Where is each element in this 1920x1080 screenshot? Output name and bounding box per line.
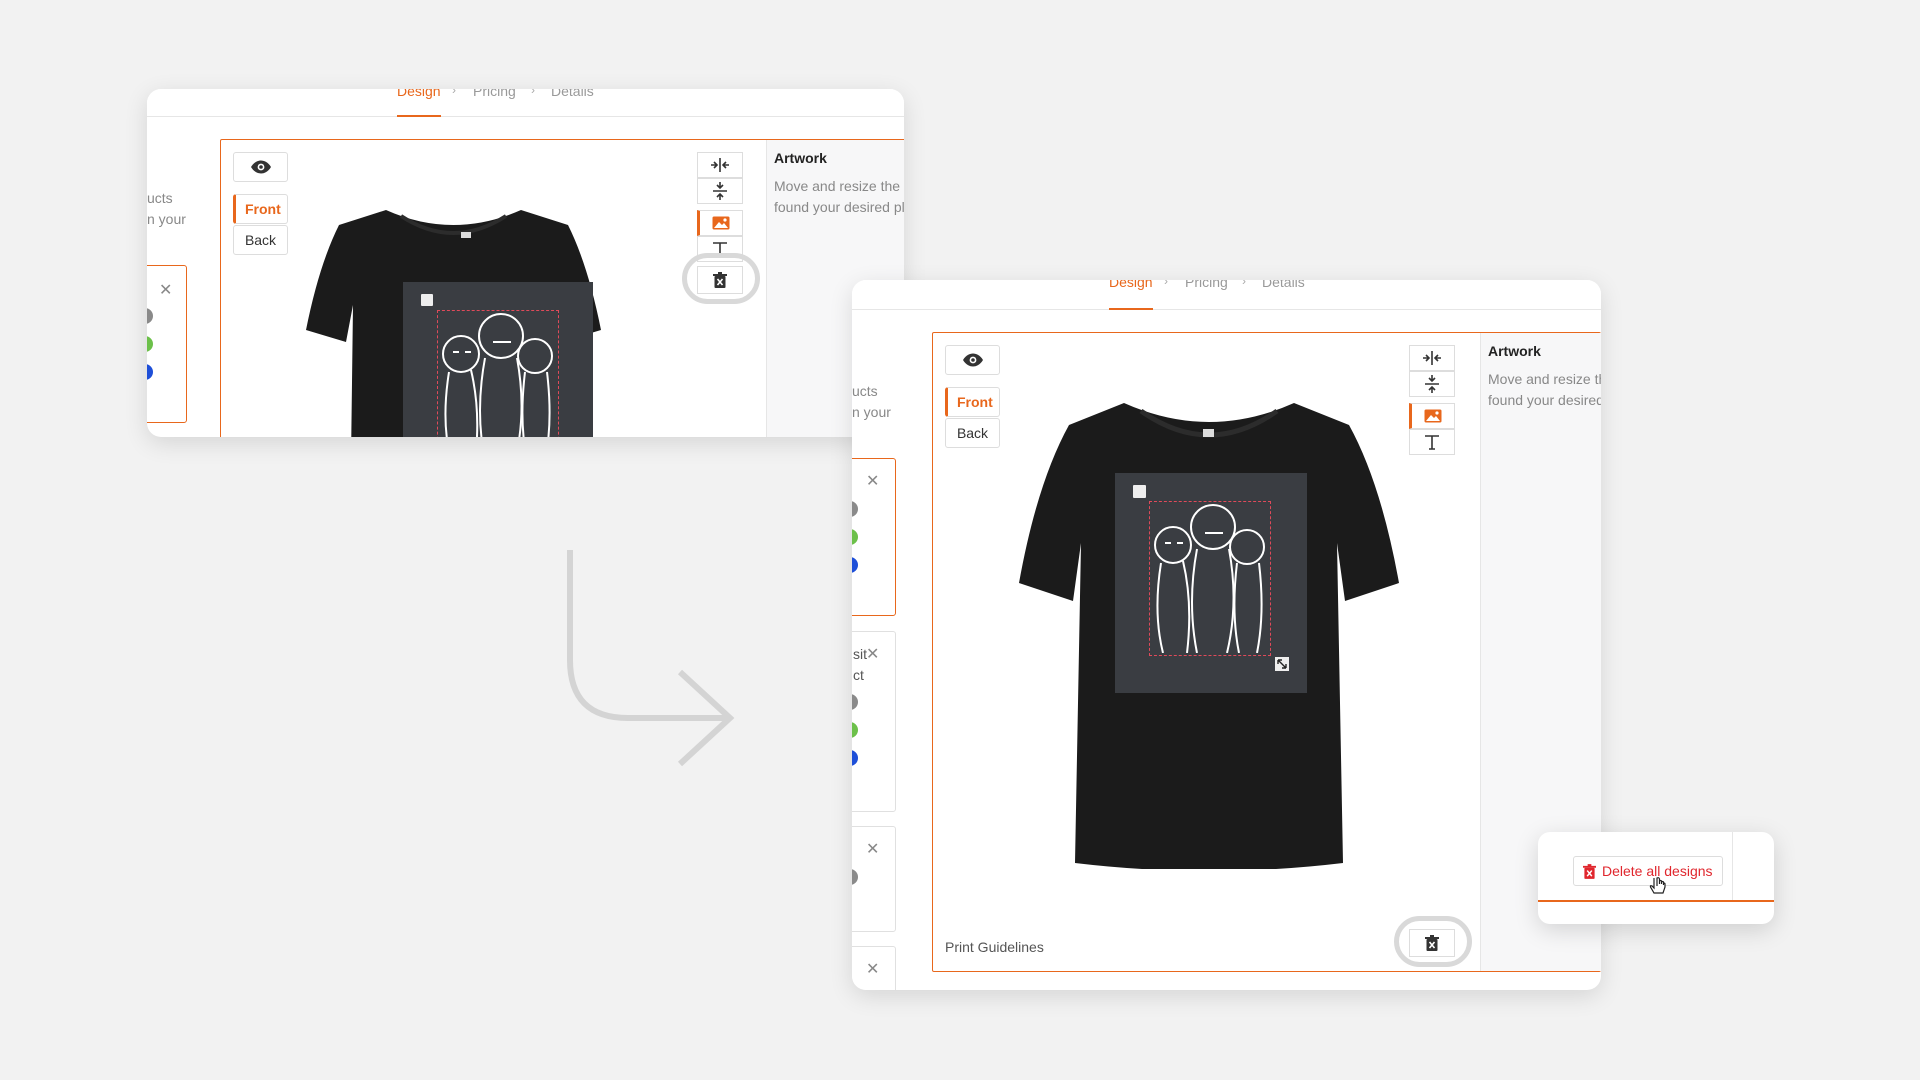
step-underline xyxy=(1109,308,1153,310)
tooltip-accent-line xyxy=(1538,900,1774,902)
delete-tooltip: Delete all designs xyxy=(1538,832,1774,924)
highlight-ring xyxy=(1394,916,1472,967)
design-area[interactable] xyxy=(1115,473,1307,693)
step-design[interactable]: Design xyxy=(397,89,441,99)
product-text-fragment: ucts xyxy=(852,383,878,399)
color-dot-blue[interactable] xyxy=(852,750,858,766)
artwork-delete-icon[interactable] xyxy=(421,294,433,306)
preview-button[interactable] xyxy=(233,152,288,182)
design-canvas: Front Back xyxy=(220,139,904,437)
close-icon[interactable]: ✕ xyxy=(866,644,879,664)
eye-icon xyxy=(250,160,271,174)
tab-back[interactable]: Back xyxy=(945,418,1000,448)
artwork-desc-1: Move and resize th xyxy=(1488,371,1601,387)
variant-card[interactable]: ✕ xyxy=(147,265,187,423)
trash-icon xyxy=(1583,863,1596,879)
step-nav: Design › Pricing › Details xyxy=(147,89,904,117)
align-horizontal-icon xyxy=(1423,351,1441,365)
variant-text-fragment: sit xyxy=(853,646,867,662)
product-text-fragment: n your xyxy=(852,404,891,420)
close-icon[interactable]: ✕ xyxy=(159,280,172,300)
product-text-fragment: ucts xyxy=(147,190,173,206)
color-dot-gray[interactable] xyxy=(852,694,858,710)
artwork-title: Artwork xyxy=(774,150,827,166)
color-dot-blue[interactable] xyxy=(147,364,153,380)
close-icon[interactable]: ✕ xyxy=(866,959,879,979)
artwork-desc-1: Move and resize the xyxy=(774,178,901,194)
resize-icon xyxy=(1277,659,1287,669)
variant-card[interactable]: ✕ xyxy=(852,946,896,990)
step-details[interactable]: Details xyxy=(551,89,594,99)
step-design[interactable]: Design xyxy=(1109,280,1153,290)
highlight-ring xyxy=(682,253,760,304)
preview-button[interactable] xyxy=(945,345,1000,375)
chevron-right-icon: › xyxy=(452,89,456,97)
add-image-button[interactable] xyxy=(697,210,743,236)
variant-card[interactable]: ✕ xyxy=(852,826,896,932)
artwork-desc-2: found your desired xyxy=(1488,392,1601,408)
align-horizontal-button[interactable] xyxy=(697,152,743,178)
step-nav: Design › Pricing › Details xyxy=(852,280,1601,310)
image-icon xyxy=(712,216,730,230)
align-vertical-icon xyxy=(1425,375,1439,393)
tab-back[interactable]: Back xyxy=(233,225,288,255)
align-horizontal-icon xyxy=(711,158,729,172)
artwork-delete-icon[interactable] xyxy=(1133,485,1146,498)
chevron-right-icon: › xyxy=(531,89,535,97)
variant-card[interactable]: ✕ xyxy=(852,458,896,616)
product-text-fragment: n your xyxy=(147,211,186,227)
text-icon xyxy=(1425,435,1439,450)
variant-card[interactable]: sit ct ✕ xyxy=(852,631,896,812)
arrow-icon xyxy=(567,550,735,767)
cursor-icon xyxy=(1649,877,1666,894)
color-dot-gray[interactable] xyxy=(147,308,153,324)
align-vertical-button[interactable] xyxy=(1409,371,1455,397)
print-guidelines-link[interactable]: Print Guidelines xyxy=(945,939,1044,955)
color-dot-gray[interactable] xyxy=(852,501,858,517)
tab-front[interactable]: Front xyxy=(233,194,288,224)
step-pricing[interactable]: Pricing xyxy=(473,89,516,99)
artwork-desc-2: found your desired pl xyxy=(774,199,904,215)
align-vertical-button[interactable] xyxy=(697,178,743,204)
variant-text-fragment: ct xyxy=(853,667,864,683)
close-icon[interactable]: ✕ xyxy=(866,471,879,491)
add-image-button[interactable] xyxy=(1409,403,1455,429)
align-horizontal-button[interactable] xyxy=(1409,345,1455,371)
artwork-image xyxy=(442,313,553,437)
resize-handle[interactable] xyxy=(1275,657,1289,671)
artwork-image xyxy=(1154,504,1265,653)
design-canvas: Front Back xyxy=(932,332,1601,972)
step-details[interactable]: Details xyxy=(1262,280,1305,290)
color-dot-gray[interactable] xyxy=(852,869,858,885)
design-area[interactable] xyxy=(403,282,593,437)
tab-front[interactable]: Front xyxy=(945,387,1000,417)
tooltip-divider xyxy=(1732,832,1733,902)
design-card-back: Design › Pricing › Details ucts n your ✕… xyxy=(147,89,904,437)
chevron-right-icon: › xyxy=(1242,280,1246,288)
color-dot-green[interactable] xyxy=(852,529,858,545)
color-dot-green[interactable] xyxy=(147,336,153,352)
delete-all-designs-button[interactable]: Delete all designs xyxy=(1573,856,1723,886)
step-pricing[interactable]: Pricing xyxy=(1185,280,1228,290)
design-card-front: Design › Pricing › Details ucts n your ✕… xyxy=(852,280,1601,990)
close-icon[interactable]: ✕ xyxy=(866,839,879,859)
chevron-right-icon: › xyxy=(1164,280,1168,288)
eye-icon xyxy=(962,353,983,367)
color-dot-blue[interactable] xyxy=(852,557,858,573)
step-underline xyxy=(397,115,441,117)
image-icon xyxy=(1424,409,1442,423)
color-dot-green[interactable] xyxy=(852,722,858,738)
artwork-title: Artwork xyxy=(1488,343,1541,359)
add-text-button[interactable] xyxy=(1409,429,1455,455)
align-vertical-icon xyxy=(713,182,727,200)
